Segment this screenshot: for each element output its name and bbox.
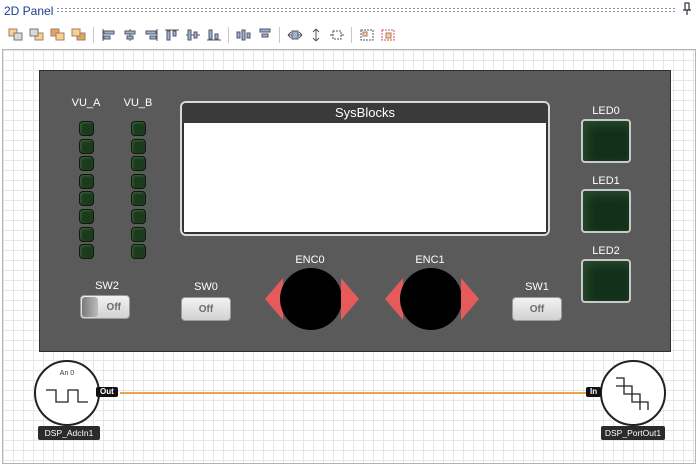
align-center-icon[interactable] xyxy=(120,26,139,44)
vu-a-meter[interactable] xyxy=(79,121,95,262)
same-width-icon[interactable] xyxy=(285,26,304,44)
portout-in-port[interactable]: In xyxy=(586,387,602,397)
vu-led xyxy=(79,191,94,207)
toggle-knob xyxy=(82,297,98,317)
lcd-display[interactable]: SysBlocks xyxy=(180,101,550,236)
encoder-knob[interactable] xyxy=(400,268,462,330)
adc-block[interactable]: An 0 xyxy=(34,360,100,426)
adc-caption: An 0 xyxy=(59,370,75,377)
titlebar-grip[interactable] xyxy=(56,7,676,13)
adc-block-label: DSP_AdcIn1 xyxy=(38,426,100,440)
ungroup-icon[interactable] xyxy=(378,26,397,44)
led0-indicator[interactable] xyxy=(581,119,631,163)
led2-label: LED2 xyxy=(592,245,620,257)
pin-icon[interactable] xyxy=(680,2,694,18)
increment-arrow-icon[interactable] xyxy=(461,278,479,320)
send-backward-icon[interactable] xyxy=(27,26,46,44)
vu-led xyxy=(79,156,94,172)
sw0-state: Off xyxy=(198,303,214,315)
bring-to-front-icon[interactable] xyxy=(48,26,67,44)
bring-forward-icon[interactable] xyxy=(6,26,25,44)
vu-b-meter[interactable] xyxy=(131,121,147,262)
same-height-icon[interactable] xyxy=(306,26,325,44)
sw1-state: Off xyxy=(529,303,545,315)
distribute-vertical-icon[interactable] xyxy=(255,26,274,44)
vu-led xyxy=(131,173,146,189)
toolbar-separator xyxy=(93,27,94,43)
group-icon[interactable] xyxy=(357,26,376,44)
led1-label: LED1 xyxy=(592,175,620,187)
sw0-button[interactable]: Off xyxy=(181,297,231,321)
send-to-back-icon[interactable] xyxy=(69,26,88,44)
align-left-icon[interactable] xyxy=(99,26,118,44)
toolbar-separator xyxy=(351,27,352,43)
vu-led xyxy=(79,208,94,224)
vu-led xyxy=(79,173,94,189)
design-canvas[interactable]: VU_A VU_B SysBlocks LED0 LED1 LED2 SW2 O… xyxy=(2,49,696,464)
window-title: 2D Panel xyxy=(4,4,54,18)
vu-led xyxy=(79,226,94,242)
vu-led xyxy=(131,156,146,172)
toolbar-separator xyxy=(279,27,280,43)
led1-indicator[interactable] xyxy=(581,189,631,233)
sw1-label: SW1 xyxy=(525,281,549,293)
vu-led xyxy=(79,244,94,260)
layout-toolbar xyxy=(0,24,700,46)
staircase-icon xyxy=(616,377,649,410)
sw1-button[interactable]: Off xyxy=(512,297,562,321)
vu-b-label: VU_B xyxy=(123,97,153,109)
portout-block-label: DSP_PortOut1 xyxy=(601,426,665,440)
led0-label: LED0 xyxy=(592,105,620,117)
enc1-encoder[interactable] xyxy=(385,267,479,331)
vu-led xyxy=(131,191,146,207)
front-panel[interactable]: VU_A VU_B SysBlocks LED0 LED1 LED2 SW2 O… xyxy=(39,70,671,352)
vu-led xyxy=(131,138,146,154)
led2-indicator[interactable] xyxy=(581,259,631,303)
vu-led xyxy=(131,226,146,242)
sw2-toggle[interactable]: Off xyxy=(80,295,130,319)
vu-led xyxy=(131,208,146,224)
align-top-icon[interactable] xyxy=(162,26,181,44)
vu-a-label: VU_A xyxy=(71,97,101,109)
display-screen xyxy=(184,123,546,232)
increment-arrow-icon[interactable] xyxy=(341,278,359,320)
encoder-knob[interactable] xyxy=(280,268,342,330)
sw2-state: Off xyxy=(106,301,121,313)
align-bottom-icon[interactable] xyxy=(204,26,223,44)
distribute-horizontal-icon[interactable] xyxy=(234,26,253,44)
sw0-label: SW0 xyxy=(194,281,218,293)
vu-led xyxy=(131,121,146,136)
align-middle-icon[interactable] xyxy=(183,26,202,44)
square-wave-icon xyxy=(46,389,88,403)
signal-wire[interactable] xyxy=(120,392,586,394)
toolbar-separator xyxy=(228,27,229,43)
same-size-icon[interactable] xyxy=(327,26,346,44)
vu-led xyxy=(79,121,94,136)
enc0-encoder[interactable] xyxy=(265,267,359,331)
adc-out-port[interactable]: Out xyxy=(96,387,118,397)
enc1-label: ENC1 xyxy=(415,254,445,266)
vu-led xyxy=(131,244,146,260)
window-titlebar[interactable]: 2D Panel xyxy=(0,0,700,22)
enc0-label: ENC0 xyxy=(295,254,325,266)
display-title: SysBlocks xyxy=(182,103,548,123)
sw2-label: SW2 xyxy=(95,280,119,292)
portout-block[interactable] xyxy=(600,360,666,426)
vu-led xyxy=(79,138,94,154)
align-right-icon[interactable] xyxy=(141,26,160,44)
